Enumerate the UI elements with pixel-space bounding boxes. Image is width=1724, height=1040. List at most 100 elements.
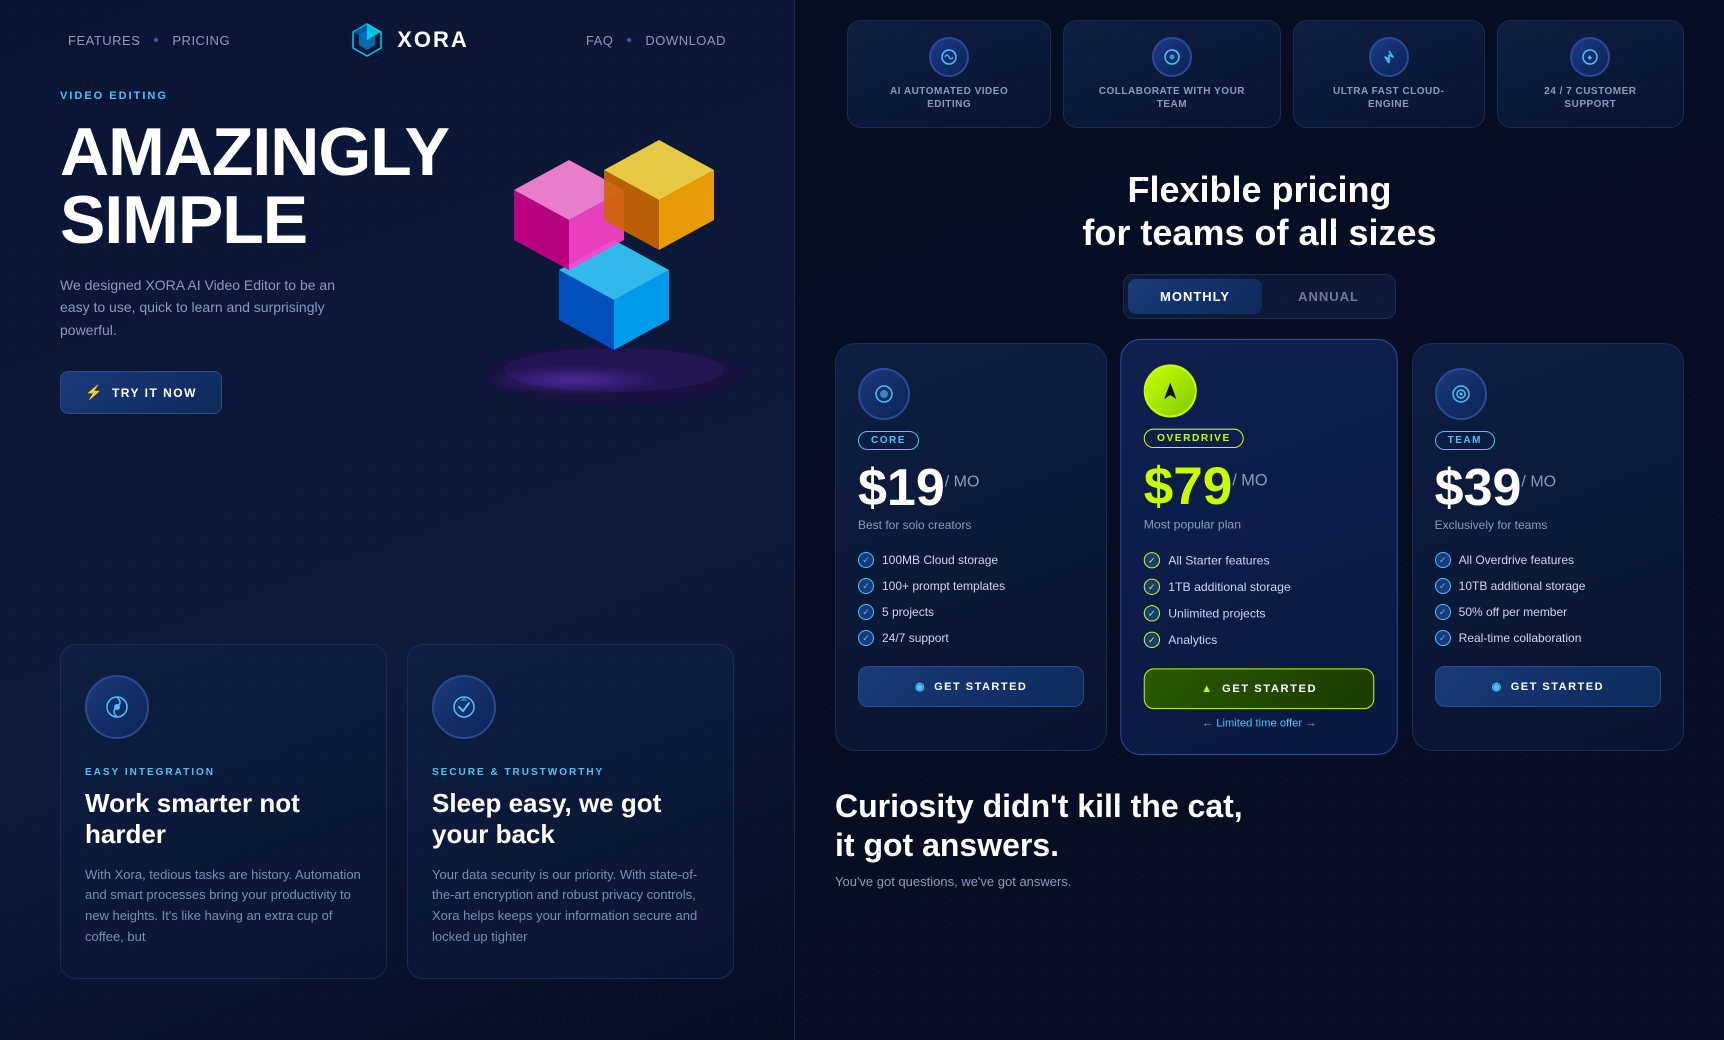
logo[interactable]: XORA xyxy=(347,22,469,58)
collaborate-icon xyxy=(1152,37,1192,77)
plan-icon-overdrive xyxy=(1144,365,1197,418)
nav-download[interactable]: DOWNLOAD xyxy=(637,29,734,52)
check-od-3: ✓ xyxy=(1144,632,1160,648)
support-icon: ✦ xyxy=(1570,37,1610,77)
check-od-1: ✓ xyxy=(1144,579,1160,595)
feature-cards: EASY INTEGRATION Work smarter not harder… xyxy=(0,614,794,1009)
pricing-card-team: TEAM $39/ MO Exclusively for teams ✓All … xyxy=(1412,343,1684,751)
feature-icon-integration xyxy=(85,675,149,739)
top-feature-label-collaborate: COLLABORATE WITH YOUR TEAM xyxy=(1088,85,1255,111)
pricing-title: Flexible pricingfor teams of all sizes xyxy=(835,168,1684,254)
top-feature-label-support: 24 / 7 CUSTOMER SUPPORT xyxy=(1522,85,1659,111)
nav-dot-1 xyxy=(154,38,158,42)
plan-desc-team: Exclusively for teams xyxy=(1435,518,1661,532)
feature-desc-integration: With Xora, tedious tasks are history. Au… xyxy=(85,865,362,948)
plan-feature-core-0: ✓100MB Cloud storage xyxy=(858,552,1084,568)
feature-desc-security: Your data security is our priority. With… xyxy=(432,865,709,948)
nav-pricing[interactable]: PRICING xyxy=(164,29,238,52)
hero-cube-svg xyxy=(454,110,774,410)
plan-feature-team-3: ✓Real-time collaboration xyxy=(1435,630,1661,646)
check-core-2: ✓ xyxy=(858,604,874,620)
plan-desc-overdrive: Most popular plan xyxy=(1144,518,1375,532)
faq-title: Curiosity didn't kill the cat,it got ans… xyxy=(835,787,1684,864)
plan-price-core: $19/ MO xyxy=(858,462,1084,514)
top-feature-collaborate: COLLABORATE WITH YOUR TEAM xyxy=(1063,20,1280,128)
security-icon xyxy=(450,693,478,721)
plan-feature-team-1: ✓10TB additional storage xyxy=(1435,578,1661,594)
check-core-3: ✓ xyxy=(858,630,874,646)
billing-annual-button[interactable]: ANNUAL xyxy=(1266,279,1391,314)
feature-title-integration: Work smarter not harder xyxy=(85,788,362,850)
limited-offer-text: ← Limited time offer → xyxy=(1144,718,1375,730)
feature-tag-security: SECURE & TRUSTWORTHY xyxy=(432,767,709,778)
top-feature-ai-editing: AI AUTOMATED VIDEO EDITING xyxy=(847,20,1051,128)
plan-feature-core-3: ✓24/7 support xyxy=(858,630,1084,646)
nav-right: FAQ DOWNLOAD xyxy=(578,29,734,52)
plan-feature-team-0: ✓All Overdrive features xyxy=(1435,552,1661,568)
feature-card-integration: EASY INTEGRATION Work smarter not harder… xyxy=(60,644,387,979)
navigation: FEATURES PRICING XORA FAQ DOWNLOAD xyxy=(0,0,794,80)
top-feature-label-cloud: ULTRA FAST CLOUD-ENGINE xyxy=(1318,85,1460,111)
feature-title-security: Sleep easy, we got your back xyxy=(432,788,709,850)
get-started-overdrive[interactable]: ▲ GET STARTED xyxy=(1144,669,1375,710)
plan-feature-od-3: ✓Analytics xyxy=(1144,632,1375,648)
check-team-2: ✓ xyxy=(1435,604,1451,620)
check-core-0: ✓ xyxy=(858,552,874,568)
get-started-core[interactable]: ◉ GET STARTED xyxy=(858,666,1084,707)
plan-price-overdrive: $79/ MO xyxy=(1144,461,1375,514)
plan-features-team: ✓All Overdrive features ✓10TB additional… xyxy=(1435,552,1661,646)
ai-editing-icon xyxy=(929,37,969,77)
logo-text: XORA xyxy=(397,27,469,53)
plan-icon-team xyxy=(1435,368,1487,420)
pricing-card-overdrive: OVERDRIVE $79/ MO Most popular plan ✓All… xyxy=(1121,339,1399,755)
nav-left: FEATURES PRICING xyxy=(60,29,238,52)
feature-tag-integration: EASY INTEGRATION xyxy=(85,767,362,778)
hero-title-line2: SIMPLE xyxy=(60,182,307,258)
hero-title-line1: AMAZINGLY xyxy=(60,114,449,190)
check-team-1: ✓ xyxy=(1435,578,1451,594)
hero-3d-visual xyxy=(404,50,795,470)
plan-badge-team: TEAM xyxy=(1435,431,1495,450)
hero-cta-label: TRY IT NOW xyxy=(112,386,197,400)
plan-feature-od-0: ✓All Starter features xyxy=(1144,552,1375,568)
faq-section: Curiosity didn't kill the cat,it got ans… xyxy=(835,767,1684,909)
nav-dot-2 xyxy=(627,38,631,42)
get-started-icon-core: ◉ xyxy=(915,680,926,693)
billing-toggle: MONTHLY ANNUAL xyxy=(1123,274,1396,319)
plan-feature-team-2: ✓50% off per member xyxy=(1435,604,1661,620)
plan-badge-core: CORE xyxy=(858,431,919,450)
pricing-card-core: CORE $19/ MO Best for solo creators ✓100… xyxy=(835,343,1107,751)
plan-feature-od-1: ✓1TB additional storage xyxy=(1144,579,1375,595)
plan-features-overdrive: ✓All Starter features ✓1TB additional st… xyxy=(1144,552,1375,648)
check-od-2: ✓ xyxy=(1144,606,1160,622)
top-feature-label-ai: AI AUTOMATED VIDEO EDITING xyxy=(872,85,1026,111)
hero-section: VIDEO EDITING AMAZINGLY SIMPLE We design… xyxy=(0,80,794,414)
cloud-icon xyxy=(1369,37,1409,77)
nav-features[interactable]: FEATURES xyxy=(60,29,148,52)
check-od-0: ✓ xyxy=(1144,552,1160,568)
plan-desc-core: Best for solo creators xyxy=(858,518,1084,532)
feature-card-security: SECURE & TRUSTWORTHY Sleep easy, we got … xyxy=(407,644,734,979)
left-panel: FEATURES PRICING XORA FAQ DOWNLOAD VIDEO… xyxy=(0,0,795,1040)
get-started-team[interactable]: ◉ GET STARTED xyxy=(1435,666,1661,707)
plan-price-team: $39/ MO xyxy=(1435,462,1661,514)
check-core-1: ✓ xyxy=(858,578,874,594)
plan-feature-core-2: ✓5 projects xyxy=(858,604,1084,620)
plan-badge-overdrive: OVERDRIVE xyxy=(1144,429,1244,448)
faq-subtitle: You've got questions, we've got answers. xyxy=(835,874,1684,889)
plan-features-core: ✓100MB Cloud storage ✓100+ prompt templa… xyxy=(858,552,1084,646)
billing-monthly-button[interactable]: MONTHLY xyxy=(1128,279,1262,314)
nav-faq[interactable]: FAQ xyxy=(578,29,622,52)
lightning-icon: ⚡ xyxy=(85,384,104,401)
integration-icon xyxy=(103,693,131,721)
right-panel: AI AUTOMATED VIDEO EDITING COLLABORATE W… xyxy=(795,0,1724,1040)
pricing-header: Flexible pricingfor teams of all sizes M… xyxy=(835,168,1684,319)
check-team-3: ✓ xyxy=(1435,630,1451,646)
logo-icon xyxy=(347,22,387,58)
plan-feature-core-1: ✓100+ prompt templates xyxy=(858,578,1084,594)
hero-cta-button[interactable]: ⚡ TRY IT NOW xyxy=(60,371,222,414)
svg-text:✦: ✦ xyxy=(1586,53,1594,63)
plan-feature-od-2: ✓Unlimited projects xyxy=(1144,606,1375,622)
plan-icon-core xyxy=(858,368,910,420)
get-started-icon-team: ◉ xyxy=(1492,680,1503,693)
